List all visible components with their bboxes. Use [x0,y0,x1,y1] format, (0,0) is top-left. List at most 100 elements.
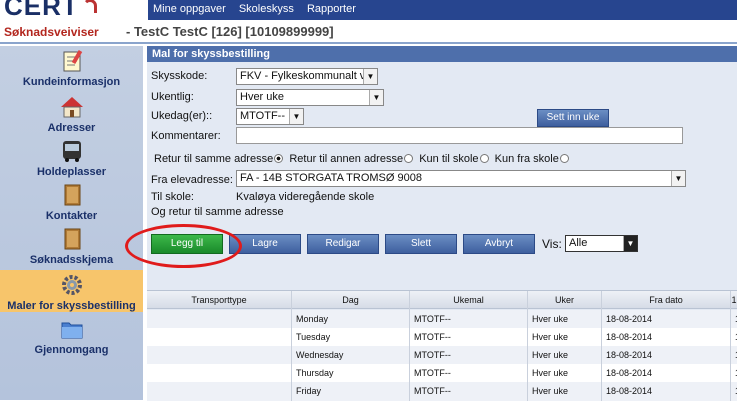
table-cell: Hver uke [528,364,602,383]
avbryt-button[interactable]: Avbryt [463,234,535,254]
table-cell [147,310,292,329]
sidebar-label: Holdeplasser [36,166,107,178]
column-header[interactable]: Dag [292,291,410,310]
column-header[interactable]: Uker [528,291,602,310]
ukedag-label: Ukedag(er):: [151,110,213,122]
fra-elevadresse-select[interactable]: FA - 14B STORGATA TROMSØ 9008 ▼ [236,170,686,187]
sidebar-label: Kontakter [45,210,98,222]
cert-logo: CERT [4,0,97,22]
table-cell: 1 [731,382,737,401]
panel-title: Mal for skyssbestilling [147,46,737,62]
book-icon [64,184,80,206]
table-cell [147,364,292,383]
folder-icon [61,322,82,339]
sidebar-item-holdeplasser[interactable]: Holdeplasser [0,138,143,178]
house-icon [60,97,83,118]
table-cell: Monday [292,310,410,329]
notepad-icon [63,49,82,72]
table-cell: Hver uke [528,328,602,347]
ukentlig-select[interactable]: Hver uke ▼ [236,89,384,106]
highlight-circle [125,224,242,268]
table-cell: MTOTF-- [410,364,528,383]
book-icon [64,228,80,250]
radio-label: Retur til annen adresse [289,153,404,165]
table-cell: MTOTF-- [410,382,528,401]
radio-label: Retur til samme adresse [154,153,274,165]
radio-kun-til-skole[interactable] [479,154,489,163]
sidebar: Kundeinformasjon Adresser Holdeplasser K… [0,46,143,400]
radio-label: Kun til skole [419,153,479,165]
top-bar: CERT Mine oppgaver Skoleskyss Rapporter [0,0,737,22]
kommentarer-field[interactable] [236,127,683,144]
radio-retur-samme[interactable] [274,154,284,163]
chevron-down-icon: ▼ [369,90,383,105]
ukedag-select[interactable]: MTOTF-- ▼ [236,108,304,125]
select-value: Hver uke [240,91,285,103]
app-title: Søknadsveiviser [4,25,99,39]
column-header[interactable]: Fra dato [602,291,731,310]
table-cell: 18-08-2014 [602,382,731,401]
table-cell: MTOTF-- [410,310,528,329]
sidebar-label: Maler for skyssbestilling [7,300,136,312]
sidebar-item-gjennomgang[interactable]: Gjennomgang [0,316,143,356]
table-cell [147,382,292,401]
table-cell: Hver uke [528,310,602,329]
nav-mine-oppgaver[interactable]: Mine oppgaver [148,0,231,15]
select-value: FKV - Fylkeskommunalt v [240,70,366,82]
chevron-down-icon: ▼ [289,109,303,124]
retur-radio-group: Retur til samme adresse Retur til annen … [154,153,569,165]
table-cell: Hver uke [528,382,602,401]
table-row[interactable]: MondayMTOTF--Hver uke18-08-20141 [147,310,737,329]
table-row[interactable]: ThursdayMTOTF--Hver uke18-08-20141 [147,364,737,383]
skysskode-select[interactable]: FKV - Fylkeskommunalt v ▼ [236,68,378,85]
skysskode-label: Skysskode: [151,70,208,82]
redigar-button[interactable]: Redigar [307,234,379,254]
sidebar-item-kundeinformasjon[interactable]: Kundeinformasjon [0,48,143,92]
table-cell: Hver uke [528,346,602,365]
table-cell: 1 [731,310,737,329]
column-header[interactable]: 1 [731,291,737,310]
chevron-down-icon: ▼ [671,171,685,186]
select-value: Alle [569,237,588,249]
bus-icon [62,141,81,162]
slett-button[interactable]: Slett [385,234,457,254]
table-cell: 1 [731,328,737,347]
nav-rapporter[interactable]: Rapporter [302,0,361,15]
sett-inn-uke-button[interactable]: Sett inn uke [537,109,609,127]
column-header[interactable]: Ukemal [410,291,528,310]
gear-icon [61,275,82,295]
chevron-down-icon: ▼ [623,236,637,251]
table-cell: MTOTF-- [410,328,528,347]
table-cell: 18-08-2014 [602,364,731,383]
radio-kun-fra-skole[interactable] [559,154,569,163]
table-row[interactable]: TuesdayMTOTF--Hver uke18-08-20141 [147,328,737,347]
ukentlig-label: Ukentlig: [151,91,194,103]
sidebar-label: Adresser [47,122,96,134]
table-cell: 1 [731,364,737,383]
radio-label: Kun fra skole [494,153,559,165]
til-skole-value: Kvaløya videregående skole [236,191,375,203]
table-cell: 18-08-2014 [602,310,731,329]
radio-retur-annen[interactable] [404,154,414,163]
table-row[interactable]: FridayMTOTF--Hver uke18-08-20141 [147,382,737,401]
select-value: MTOTF-- [240,110,286,122]
table-row[interactable]: WednesdayMTOTF--Hver uke18-08-20141 [147,346,737,365]
sidebar-item-soknadsskjema[interactable]: Søknadsskjema [0,226,143,266]
select-value: FA - 14B STORGATA TROMSØ 9008 [240,172,422,184]
retur-text: Og retur til samme adresse [151,206,284,218]
table-cell [147,346,292,365]
table-cell: Friday [292,382,410,401]
sidebar-label: Kundeinformasjon [22,76,121,88]
page-header: Søknadsveiviser - TestC TestC [126] [101… [0,20,737,44]
sidebar-label: Gjennomgang [34,344,109,356]
fra-elevadresse-label: Fra elevadresse: [151,174,233,186]
nav-skoleskyss[interactable]: Skoleskyss [234,0,299,15]
column-header[interactable]: Transporttype [147,291,292,310]
sidebar-item-kontakter[interactable]: Kontakter [0,182,143,222]
sidebar-item-adresser[interactable]: Adresser [0,94,143,134]
sidebar-item-maler[interactable]: Maler for skyssbestilling [0,270,143,312]
table-cell: 1 [731,346,737,365]
vis-label: Vis: [542,237,562,251]
vis-select[interactable]: Alle ▼ [565,235,638,252]
top-navigation: Mine oppgaver Skoleskyss Rapporter [148,0,737,20]
